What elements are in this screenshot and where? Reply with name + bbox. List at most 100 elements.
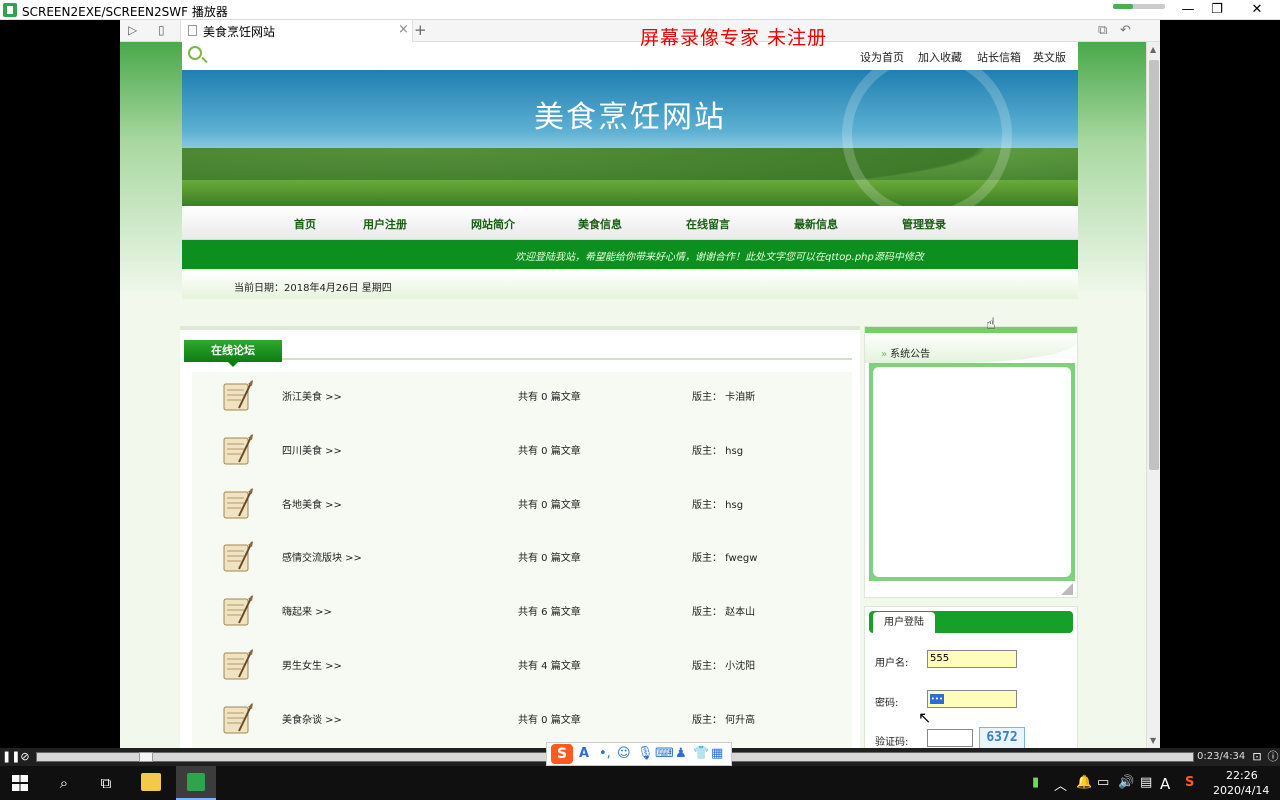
nav-food-info[interactable]: 美食信息 <box>578 216 622 232</box>
board-name[interactable]: 浙江美食 >> <box>282 388 342 403</box>
notice-corner <box>1061 583 1073 595</box>
sogou-logo-icon[interactable]: S <box>551 744 573 764</box>
forum-board-row[interactable]: 浙江美食 >> 共有 0 篇文章 版主： 卡洎斯 <box>192 378 852 432</box>
file-explorer-icon[interactable] <box>141 773 161 791</box>
windows-start-icon[interactable] <box>12 775 28 791</box>
scroll-down-icon[interactable]: ▼ <box>1150 736 1156 745</box>
scroll-quill-icon <box>219 593 255 629</box>
captcha-field[interactable] <box>927 729 973 747</box>
info-icon[interactable]: ⓘ <box>1266 750 1280 764</box>
taskbar-player-app[interactable] <box>176 766 216 800</box>
ime-mode-letter[interactable]: A <box>579 746 589 761</box>
forum-tab: 在线论坛 <box>184 340 282 367</box>
board-moderator: 版主： 何升高 <box>692 714 756 726</box>
site-title: 美食烹饪网站 <box>534 100 726 135</box>
article-count: 共有 0 篇文章 <box>518 392 581 403</box>
nav-guestbook[interactable]: 在线留言 <box>686 216 730 232</box>
captcha-image[interactable]: 6372 <box>979 727 1025 748</box>
board-name[interactable]: 嗨起来 >> <box>282 603 332 618</box>
browser-tab[interactable]: 美食烹饪网站 × <box>180 20 413 42</box>
password-label: 密码: <box>875 698 899 709</box>
nav-register[interactable]: 用户注册 <box>363 216 407 232</box>
stop-icon[interactable]: ⊘ <box>18 750 32 764</box>
ticker-text: 欢迎登陆我站，希望能给你带来好心情，谢谢合作！此处文字您可以在qttop.php… <box>515 252 924 263</box>
search-icon[interactable]: ⌕ <box>55 774 73 792</box>
forum-board-row[interactable]: 感情交流版块 >> 共有 0 篇文章 版主： fwegw <box>192 539 852 593</box>
page-scrollbar[interactable]: ▲ ▼ <box>1146 42 1160 748</box>
player-title-bar: SCREEN2EXE/SCREEN2SWF 播放器 — ❐ ✕ <box>0 0 1280 20</box>
player-window-title: SCREEN2EXE/SCREEN2SWF 播放器 <box>22 5 228 19</box>
left-decoration <box>120 42 182 292</box>
skin-icon[interactable]: 👕 <box>693 746 709 761</box>
article-count: 共有 6 篇文章 <box>518 607 581 619</box>
date-bar: 当前日期：2018年4月26日 星期四 <box>182 271 1078 299</box>
site-top-bar: 设为首页 加入收藏 站长信箱 英文版 <box>182 42 1078 70</box>
board-name[interactable]: 美食杂谈 >> <box>282 711 342 726</box>
tab-title: 美食烹饪网站 <box>203 25 276 39</box>
english-version-link[interactable]: 英文版 <box>1033 49 1066 65</box>
fit-window-icon[interactable]: ⊡ <box>1250 750 1264 764</box>
article-count: 共有 0 篇文章 <box>518 714 581 726</box>
login-panel: 用户登陆 用户名: 555 密码: ••• 验证码: 6372 <box>864 606 1078 748</box>
board-name[interactable]: 四川美食 >> <box>282 442 342 457</box>
forum-board-row[interactable]: 四川美食 >> 共有 0 篇文章 版主： hsg <box>192 432 852 486</box>
volume-icon[interactable]: 🔊 <box>1118 775 1134 790</box>
emoji-icon[interactable]: ☺ <box>617 746 631 761</box>
scroll-quill-icon <box>219 432 255 468</box>
punctuation-icon[interactable]: •, <box>599 746 611 761</box>
recorded-screen: ▷ ▯ 美食烹饪网站 × + ⧉ ↶ 设为首页 加入收藏 站长信箱 英文版 美食… <box>120 20 1160 748</box>
username-field[interactable]: 555 <box>927 650 1017 668</box>
clock-time[interactable]: 22:26 <box>1226 769 1258 782</box>
nav-home[interactable]: 首页 <box>294 216 316 232</box>
forum-board-row[interactable]: 各地美食 >> 共有 0 篇文章 版主： hsg <box>192 486 852 540</box>
task-view-icon[interactable]: ⧉ <box>97 774 115 792</box>
board-moderator: 版主： 小沈阳 <box>692 661 756 672</box>
microphone-icon[interactable]: 🎙 <box>637 746 654 761</box>
nav-about[interactable]: 网站简介 <box>471 216 515 232</box>
clock-date[interactable]: 2020/4/14 <box>1213 784 1269 797</box>
notice-title: 系统公告 <box>881 345 930 360</box>
user-icon[interactable]: ♟ <box>675 746 687 761</box>
tab-close-icon[interactable]: × <box>398 22 409 37</box>
ime-toolbar: S A •, ☺ 🎙 ⌨ ♟ 👕 ▦ <box>546 742 732 766</box>
forum-board-row[interactable]: 男生女生 >> 共有 4 篇文章 版主： 小沈阳 <box>192 647 852 701</box>
input-mode-icon[interactable]: A <box>1160 775 1170 793</box>
tray-chevron-icon[interactable]: ︿ <box>1054 775 1067 794</box>
keyboard-icon[interactable]: ⌨ <box>655 746 674 761</box>
board-name[interactable]: 感情交流版块 >> <box>282 549 362 564</box>
time-display: 0:23/4:34 <box>1197 751 1246 762</box>
notification-bell-icon[interactable]: 🔔 <box>1076 775 1092 790</box>
player-app-icon <box>3 3 17 17</box>
password-field[interactable]: ••• <box>927 690 1017 708</box>
forum-board-row[interactable]: 美食杂谈 >> 共有 0 篇文章 版主： 何升高 <box>192 701 852 748</box>
scroll-thumb[interactable] <box>1149 60 1159 470</box>
nav-admin-login[interactable]: 管理登录 <box>902 216 946 232</box>
board-moderator: 版主： fwegw <box>692 553 758 565</box>
pause-icon[interactable]: ❚❚ <box>2 750 20 764</box>
watermark-text: 屏幕录像专家 未注册 <box>640 27 828 49</box>
board-moderator: 版主： 赵本山 <box>692 607 756 619</box>
forum-board-row[interactable]: 嗨起来 >> 共有 6 篇文章 版主： 赵本山 <box>192 593 852 647</box>
webmaster-mail-link[interactable]: 站长信箱 <box>977 49 1021 65</box>
board-name[interactable]: 男生女生 >> <box>282 657 342 672</box>
battery-icon[interactable]: ▮ <box>1032 775 1039 790</box>
toolbox-icon[interactable]: ▦ <box>711 746 723 761</box>
notice-panel: 系统公告 <box>864 326 1078 598</box>
search-icon <box>188 46 202 60</box>
network-icon[interactable]: ▭ <box>1097 775 1109 790</box>
new-tab-button[interactable]: + <box>414 21 427 39</box>
sogou-tray-icon[interactable]: S <box>1185 775 1194 790</box>
scroll-quill-icon <box>219 539 255 575</box>
undo-close-icon[interactable]: ↶ <box>1120 23 1131 38</box>
progress-knob[interactable] <box>139 752 154 762</box>
set-homepage-link[interactable]: 设为首页 <box>860 49 904 65</box>
action-center-icon[interactable]: ▤ <box>1140 775 1152 790</box>
nav-latest[interactable]: 最新信息 <box>794 216 838 232</box>
scroll-up-icon[interactable]: ▲ <box>1150 45 1156 54</box>
sidebar-toggle-icon[interactable]: ▷ <box>128 23 137 37</box>
close-button[interactable]: ✕ <box>1234 0 1280 20</box>
add-favorite-link[interactable]: 加入收藏 <box>918 49 962 65</box>
board-name[interactable]: 各地美食 >> <box>282 496 342 511</box>
reading-list-icon[interactable]: ▯ <box>158 23 165 37</box>
tabs-overview-icon[interactable]: ⧉ <box>1098 23 1107 38</box>
